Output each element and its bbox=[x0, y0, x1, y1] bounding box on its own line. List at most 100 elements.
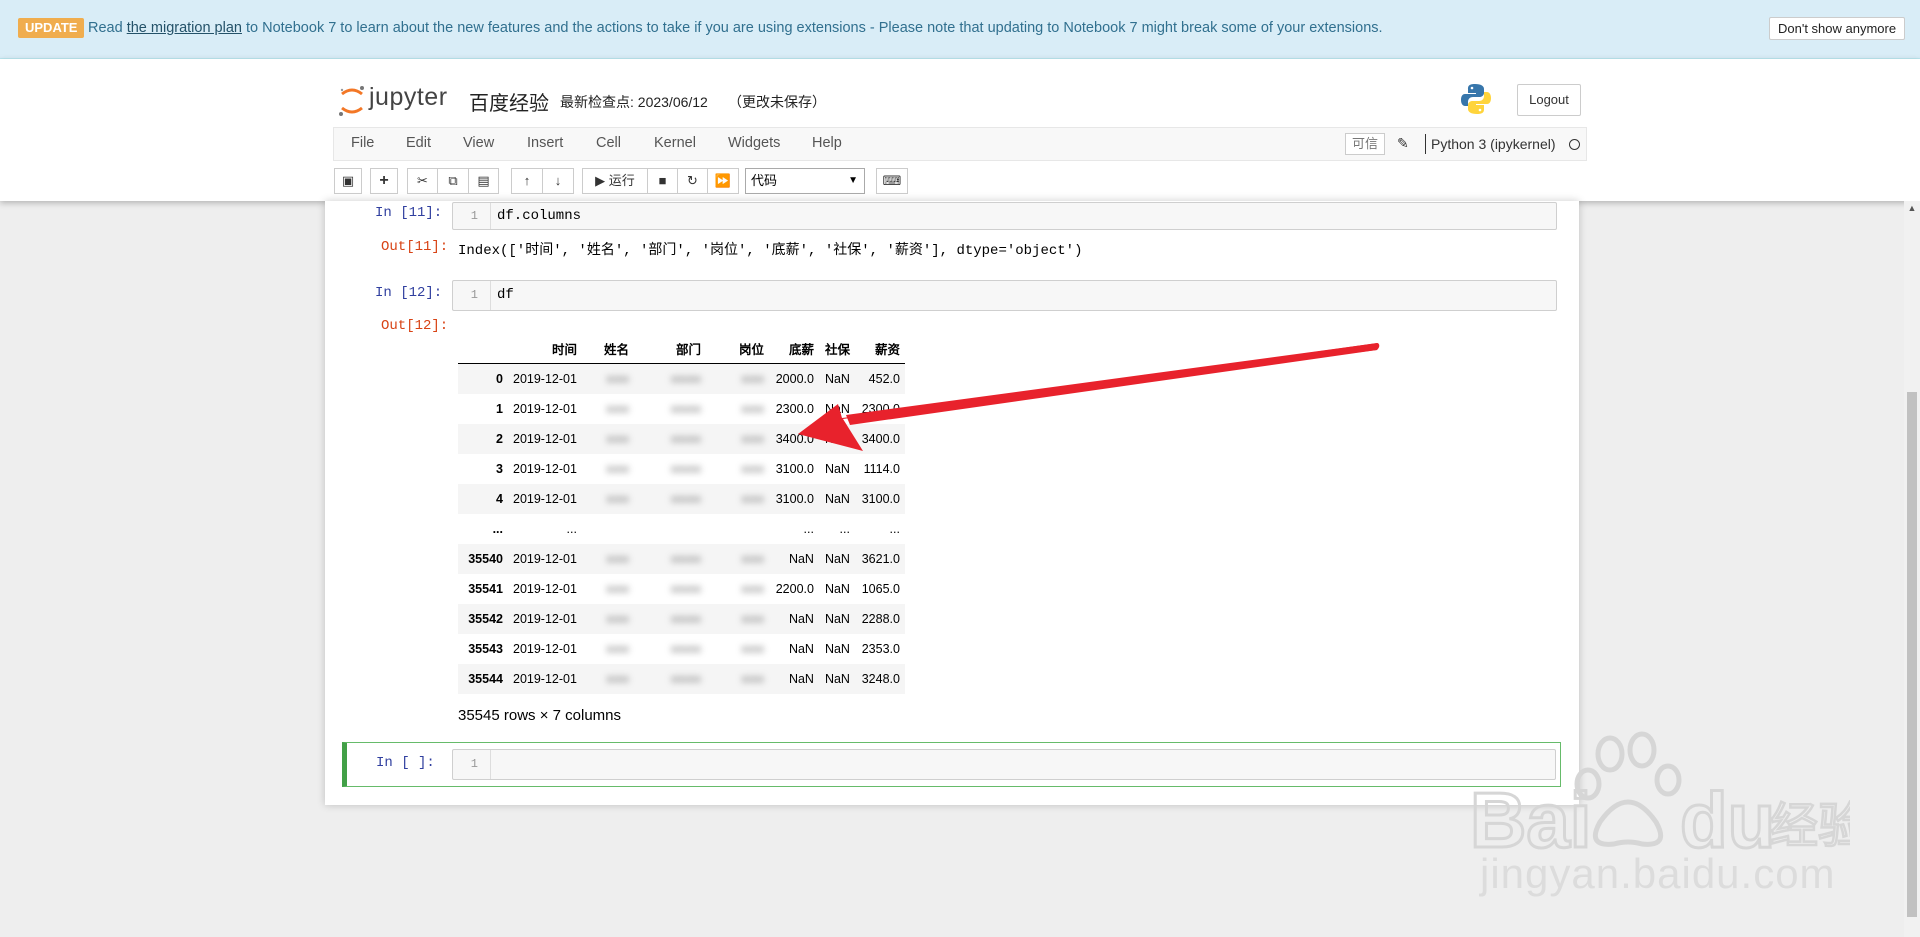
copy-button[interactable]: ⧉ bbox=[437, 168, 469, 194]
index-header bbox=[458, 333, 508, 364]
restart-icon: ↻ bbox=[687, 173, 698, 188]
table-cell: ■■■ bbox=[606, 612, 629, 626]
row-index: 35541 bbox=[468, 582, 503, 596]
table-cell: 2019-12-01 bbox=[513, 372, 577, 386]
table-cell: ■■■ bbox=[741, 672, 764, 686]
table-cell: ■■■ bbox=[606, 492, 629, 506]
in-prompt: In [11]: bbox=[375, 205, 443, 221]
table-row: 35541 2019-12-01 ■■■ ■■■■ ■■■ 2200.0 NaN 1065.0 bbox=[458, 574, 905, 604]
cut-button[interactable]: ✂ bbox=[407, 168, 438, 194]
table-cell: 2019-12-01 bbox=[513, 402, 577, 416]
menu-cell[interactable]: Cell bbox=[596, 135, 621, 151]
line-number: 1 bbox=[453, 203, 491, 229]
table-cell: NaN bbox=[788, 552, 814, 566]
plus-icon: + bbox=[379, 172, 389, 189]
scrollbar-thumb[interactable] bbox=[1907, 392, 1917, 917]
logout-button[interactable]: Logout bbox=[1517, 84, 1581, 116]
menu-view[interactable]: View bbox=[463, 135, 494, 151]
cell-type-select[interactable]: 代码 ▼ bbox=[745, 168, 865, 194]
column-header: 薪资 bbox=[854, 333, 905, 364]
restart-run-all-button[interactable]: ⏩ bbox=[707, 168, 739, 194]
table-body: 0 2019-12-01 ■■■ ■■■■ ■■■ 2000.0 NaN 452.0 1 2019… bbox=[458, 363, 905, 694]
table-cell: 3100.0 bbox=[861, 492, 900, 506]
table-cell: ■■■ bbox=[606, 642, 629, 656]
table-cell: ■■■ bbox=[606, 432, 629, 446]
menu-insert[interactable]: Insert bbox=[527, 135, 563, 151]
table-cell: NaN bbox=[824, 462, 850, 476]
table-cell: NaN bbox=[824, 552, 850, 566]
column-header: 姓名 bbox=[581, 333, 634, 364]
move-down-button[interactable]: ↓ bbox=[542, 168, 574, 194]
menu-help[interactable]: Help bbox=[812, 135, 842, 151]
table-cell: ... bbox=[803, 522, 814, 536]
in-prompt: In [12]: bbox=[375, 285, 443, 301]
table-cell: ■■■ bbox=[741, 582, 764, 596]
menu-widgets[interactable]: Widgets bbox=[728, 135, 780, 151]
insert-cell-button[interactable]: + bbox=[370, 168, 398, 194]
table-cell bbox=[582, 514, 634, 544]
command-palette-button[interactable]: ⌨ bbox=[876, 168, 908, 194]
table-header-row: 时间 姓名 部门 岗位 底薪 社保 薪资 bbox=[458, 333, 905, 364]
table-cell: 3100.0 bbox=[775, 492, 814, 506]
jupyter-brand: jupyter bbox=[369, 83, 448, 111]
table-cell: ■■■ bbox=[741, 552, 764, 566]
row-index: 0 bbox=[496, 372, 503, 386]
restart-button[interactable]: ↻ bbox=[677, 168, 708, 194]
watermark-url: jingyan.baidu.com bbox=[1480, 850, 1836, 897]
table-cell: ■■■■ bbox=[670, 642, 701, 656]
menu-file[interactable]: File bbox=[351, 135, 374, 151]
migration-plan-link[interactable]: the migration plan bbox=[127, 20, 242, 36]
scroll-up-icon[interactable]: ▲ bbox=[1904, 203, 1920, 213]
table-row: 35540 2019-12-01 ■■■ ■■■■ ■■■ NaN NaN 3621.0 bbox=[458, 544, 905, 574]
table-cell: 2019-12-01 bbox=[513, 582, 577, 596]
interrupt-button[interactable]: ■ bbox=[647, 168, 678, 194]
line-number: 1 bbox=[453, 750, 491, 779]
arrow-up-icon: ↑ bbox=[523, 173, 531, 188]
save-button[interactable]: ▣ bbox=[334, 168, 362, 194]
kernel-name[interactable]: Python 3 (ipykernel) bbox=[1431, 136, 1556, 152]
line-number: 1 bbox=[453, 281, 491, 310]
table-cell: 2288.0 bbox=[861, 612, 900, 626]
paste-button[interactable]: ▤ bbox=[468, 168, 499, 194]
dataframe-table: 时间 姓名 部门 岗位 底薪 社保 薪资 0 2019-12-01 ■■■ ■■■■ ■… bbox=[458, 333, 905, 694]
code-cell-input[interactable]: 1 bbox=[452, 749, 1556, 780]
table-cell: 2200.0 bbox=[775, 582, 814, 596]
table-row: 35544 2019-12-01 ■■■ ■■■■ ■■■ NaN NaN 3248.0 bbox=[458, 664, 905, 694]
svg-text:经验: 经验 bbox=[1770, 798, 1850, 854]
table-cell: NaN bbox=[824, 402, 850, 416]
out-prompt: Out[12]: bbox=[381, 318, 449, 334]
code-text: df.columns bbox=[497, 208, 582, 224]
table-cell: ■■■■ bbox=[670, 372, 701, 386]
table-row: 0 2019-12-01 ■■■ ■■■■ ■■■ 2000.0 NaN 452.0 bbox=[458, 363, 905, 394]
notebook-title[interactable]: 百度经验 bbox=[469, 87, 549, 116]
table-cell: 3400.0 bbox=[775, 432, 814, 446]
table-cell bbox=[706, 514, 769, 544]
code-text: df bbox=[497, 287, 514, 303]
table-cell: ■■■ bbox=[606, 582, 629, 596]
jupyter-logo-icon[interactable] bbox=[338, 84, 366, 118]
table-cell: ■■■ bbox=[606, 372, 629, 386]
table-row: 4 2019-12-01 ■■■ ■■■■ ■■■ 3100.0 NaN 3100.0 bbox=[458, 484, 905, 514]
table-cell: ■■■■ bbox=[670, 582, 701, 596]
code-cell-input[interactable]: 1 df bbox=[452, 280, 1557, 311]
menu-edit[interactable]: Edit bbox=[406, 135, 431, 151]
trusted-indicator[interactable]: 可信 bbox=[1345, 133, 1386, 155]
row-index: ... bbox=[492, 522, 503, 536]
column-header: 底薪 bbox=[768, 333, 819, 364]
menu-kernel[interactable]: Kernel bbox=[654, 135, 696, 151]
table-cell: ■■■■ bbox=[670, 462, 701, 476]
kernel-separator bbox=[1425, 134, 1426, 154]
table-cell: ■■■ bbox=[606, 552, 629, 566]
code-cell-input[interactable]: 1 df.columns bbox=[452, 202, 1557, 230]
table-cell: 2019-12-01 bbox=[513, 612, 577, 626]
kernel-idle-icon bbox=[1569, 139, 1580, 150]
update-badge: UPDATE bbox=[18, 18, 85, 38]
table-row: ............... bbox=[458, 514, 905, 544]
banner-msg-prefix: Read bbox=[88, 20, 127, 36]
move-up-button[interactable]: ↑ bbox=[511, 168, 543, 194]
autosave-status: （更改未保存） bbox=[728, 94, 826, 110]
run-button[interactable]: ▶ 运行 bbox=[582, 168, 648, 194]
keyboard-icon: ⌨ bbox=[882, 173, 902, 188]
dont-show-anymore-button[interactable]: Don't show anymore bbox=[1769, 17, 1906, 40]
table-cell: ■■■ bbox=[606, 402, 629, 416]
